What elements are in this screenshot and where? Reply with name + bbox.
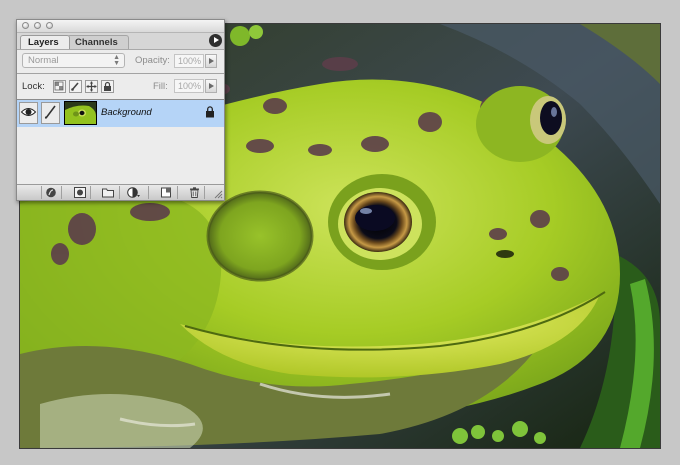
divider: [41, 186, 42, 199]
palette-tabs: Layers Channels: [17, 33, 224, 50]
fill-slider-button[interactable]: [205, 79, 217, 93]
layer-brush-link-cell[interactable]: [41, 102, 60, 124]
new-layer-icon[interactable]: [159, 187, 173, 198]
trash-icon[interactable]: [187, 187, 201, 198]
fill-field[interactable]: 100%: [174, 79, 204, 93]
tab-channels[interactable]: Channels: [67, 35, 129, 49]
palette-bottom-bar: [17, 184, 224, 200]
blend-mode-select[interactable]: Normal ▲ ▼: [22, 53, 125, 68]
zoom-button[interactable]: [46, 22, 53, 29]
lock-transparency-icon[interactable]: [53, 80, 66, 93]
layer-row-background[interactable]: Background: [17, 99, 224, 128]
minimize-button[interactable]: [34, 22, 41, 29]
close-button[interactable]: [22, 22, 29, 29]
divider: [17, 73, 224, 74]
opacity-label: Opacity:: [135, 55, 170, 66]
layer-style-icon[interactable]: [44, 187, 58, 198]
divider: [90, 186, 91, 199]
new-folder-icon[interactable]: [101, 187, 115, 198]
adjustment-layer-icon[interactable]: [127, 187, 141, 198]
layers-palette: Layers Channels Normal ▲ ▼ Opacity: 100% …: [16, 19, 225, 201]
layer-thumbnail[interactable]: [64, 101, 97, 125]
layer-name[interactable]: Background: [101, 107, 152, 118]
lock-label: Lock:: [22, 81, 45, 92]
blend-opacity-row: Normal ▲ ▼ Opacity: 100%: [17, 50, 224, 70]
paintbrush-icon: [44, 105, 56, 119]
palette-menu-button[interactable]: [209, 34, 222, 47]
layer-visibility-toggle[interactable]: [19, 102, 38, 124]
blend-mode-value: Normal: [28, 55, 59, 66]
lock-position-move-icon[interactable]: [85, 80, 98, 93]
fill-label: Fill:: [153, 81, 168, 92]
opacity-field[interactable]: 100%: [174, 54, 204, 68]
opacity-slider-button[interactable]: [205, 54, 217, 68]
palette-titlebar[interactable]: [17, 20, 224, 33]
divider: [177, 186, 178, 199]
lock-all-icon[interactable]: [101, 80, 114, 93]
resize-grip-icon[interactable]: [213, 189, 223, 199]
divider: [148, 186, 149, 199]
tab-layers[interactable]: Layers: [20, 35, 70, 49]
divider: [119, 186, 120, 199]
layers-list-empty-area[interactable]: [17, 127, 224, 185]
layer-lock-icon: [206, 106, 214, 118]
eye-icon: [20, 108, 37, 116]
divider: [61, 186, 62, 199]
lock-paint-brush-icon[interactable]: [69, 80, 82, 93]
layer-mask-icon[interactable]: [73, 187, 87, 198]
divider: [204, 186, 205, 199]
updown-arrows-icon: ▲ ▼: [113, 54, 120, 67]
